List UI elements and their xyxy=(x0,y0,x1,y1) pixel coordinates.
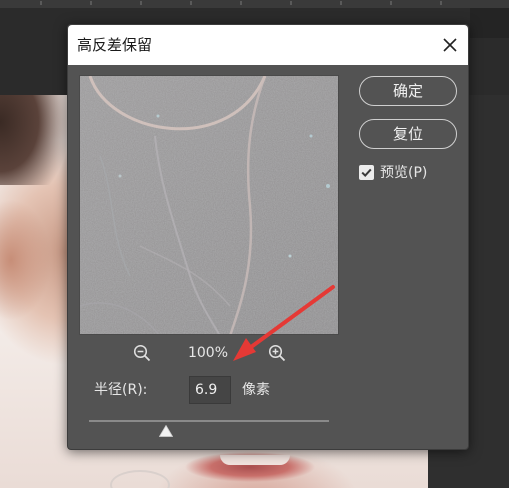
ruler-tick xyxy=(340,1,342,5)
photo-teeth xyxy=(220,455,290,465)
radius-input[interactable] xyxy=(189,376,231,404)
ruler-tick xyxy=(140,1,142,5)
checkmark-icon xyxy=(361,168,372,178)
high-pass-dialog: 高反差保留 100% 半径(R): 6.9 像素 确定 复位 预览(P) xyxy=(67,24,469,450)
ruler-tick xyxy=(240,1,242,5)
slider-thumb-icon xyxy=(158,425,173,437)
photo-hair xyxy=(0,95,70,185)
reset-button[interactable]: 复位 xyxy=(359,119,457,149)
preview-checkbox[interactable] xyxy=(359,165,374,180)
radius-slider-track[interactable] xyxy=(89,420,329,422)
filter-preview[interactable] xyxy=(79,75,339,335)
preview-label: 预览(P) xyxy=(380,165,428,181)
ruler-tick xyxy=(90,1,92,5)
radius-label: 半径(R): xyxy=(94,382,148,398)
photo-ear xyxy=(0,200,55,320)
zoom-out-button[interactable] xyxy=(132,343,152,363)
radius-unit: 像素 xyxy=(242,382,270,398)
top-ruler xyxy=(0,0,509,8)
ok-button[interactable]: 确定 xyxy=(359,76,457,106)
ruler-tick xyxy=(440,1,442,5)
dialog-titlebar[interactable]: 高反差保留 xyxy=(68,25,468,65)
panel-tab[interactable] xyxy=(470,8,509,38)
radius-slider-handle[interactable] xyxy=(158,425,173,437)
zoom-in-button[interactable] xyxy=(267,343,287,363)
ruler-tick xyxy=(290,1,292,5)
ruler-tick xyxy=(390,1,392,5)
ruler-tick xyxy=(40,1,42,5)
dialog-title: 高反差保留 xyxy=(77,36,153,54)
zoom-out-icon xyxy=(133,344,151,362)
screenshot-stage: 高反差保留 100% 半径(R): 6.9 像素 确定 复位 预览(P) xyxy=(0,0,509,488)
close-icon xyxy=(443,38,457,52)
ruler-tick xyxy=(190,1,192,5)
close-button[interactable] xyxy=(436,31,464,59)
preview-image xyxy=(80,76,338,334)
zoom-level: 100% xyxy=(187,345,229,361)
zoom-in-icon xyxy=(268,344,286,362)
